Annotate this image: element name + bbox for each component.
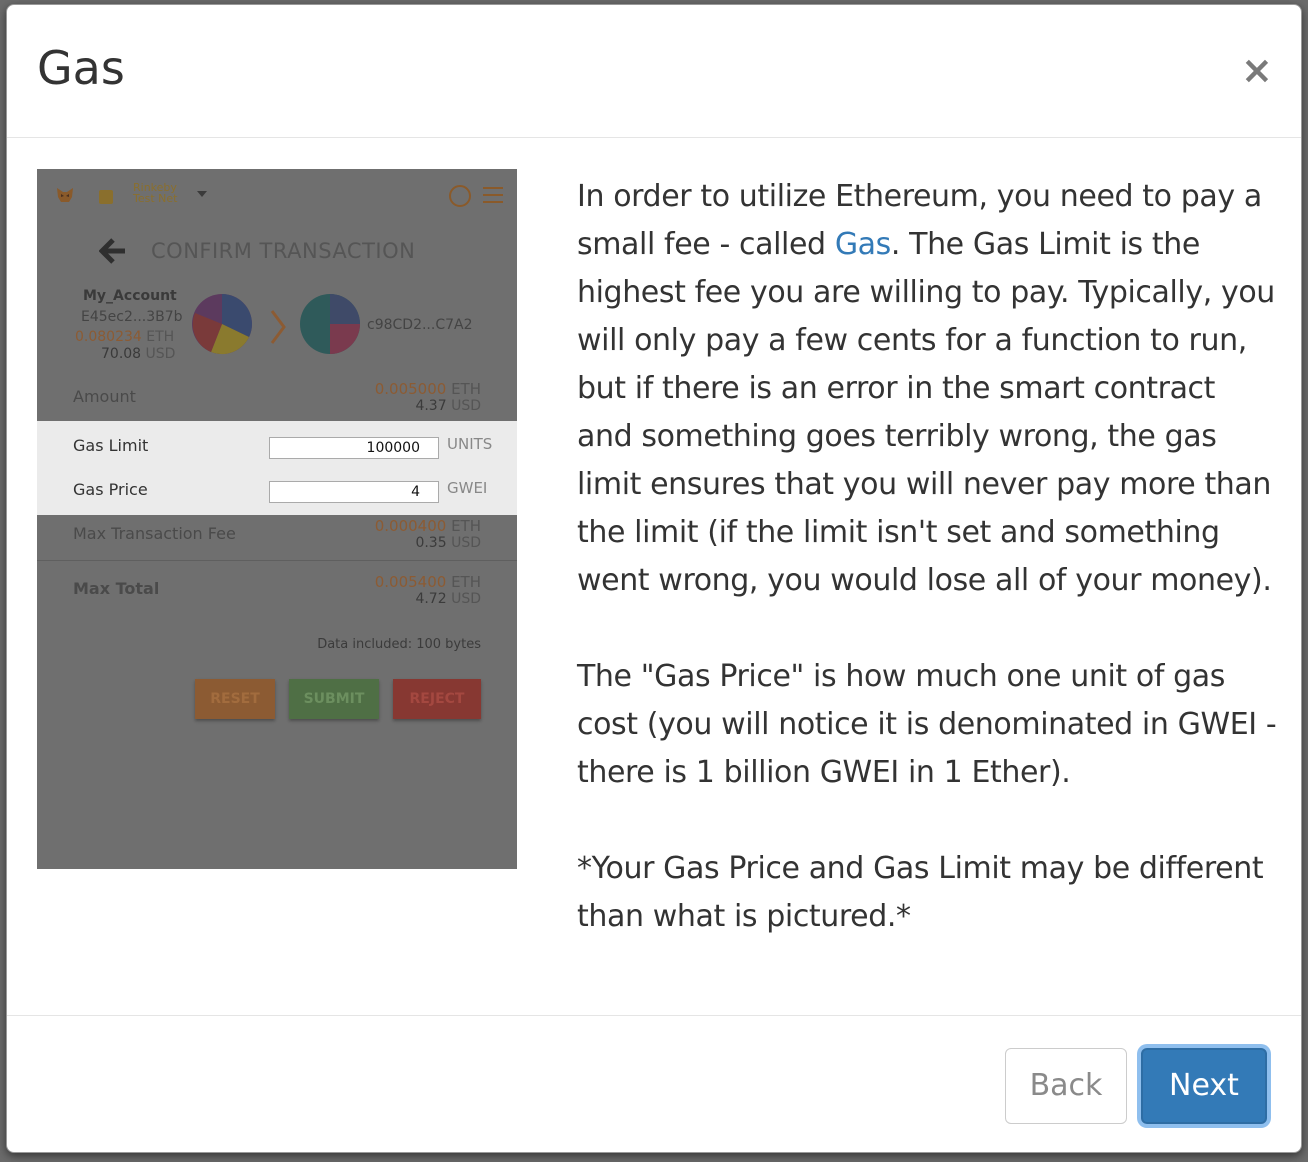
amount-usd: 4.37 USD [415, 398, 481, 414]
gas-modal: Gas × Rinkeby Test Net CONFIRM TRANSACTI… [6, 4, 1302, 1153]
network-status-icon [99, 190, 113, 204]
max-fee-eth: 0.000400 ETH [374, 517, 481, 535]
chevron-right-icon [270, 310, 286, 344]
data-included-text: Data included: 100 bytes [317, 637, 481, 652]
submit-button-pictured: SUBMIT [289, 679, 379, 719]
amount-eth: 0.005000 ETH [374, 380, 481, 398]
next-button[interactable]: Next [1141, 1048, 1267, 1124]
to-identicon [300, 294, 360, 354]
gas-limit-label: Gas Limit [73, 436, 149, 455]
account-icon [449, 185, 471, 207]
max-fee-usd: 0.35 USD [415, 535, 481, 551]
to-address: c98CD2...C7A2 [367, 317, 473, 333]
close-icon[interactable]: × [1241, 51, 1273, 89]
gas-screenshot-image: Rinkeby Test Net CONFIRM TRANSACTION My_… [37, 169, 517, 869]
screenshot-top-bar: Rinkeby Test Net [37, 169, 517, 223]
description-paragraph-1: In order to utilize Ethereum, you need t… [577, 179, 1275, 598]
reset-button-pictured: RESET [195, 679, 275, 719]
gas-limit-unit: UNITS [447, 435, 493, 453]
max-fee-label: Max Transaction Fee [73, 524, 236, 543]
gas-price-unit: GWEI [447, 479, 488, 497]
modal-title: Gas [37, 41, 125, 95]
gas-price-label: Gas Price [73, 480, 148, 499]
from-usd-balance: 70.08 USD [101, 346, 176, 362]
description-paragraph-3: *Your Gas Price and Gas Limit may be dif… [577, 851, 1264, 934]
gas-link[interactable]: Gas [835, 227, 891, 262]
from-eth-balance: 0.080234 ETH [75, 329, 175, 345]
back-button[interactable]: Back [1005, 1048, 1127, 1124]
description-paragraph-2: The "Gas Price" is how much one unit of … [577, 659, 1277, 790]
max-total-eth: 0.005400 ETH [374, 573, 481, 591]
gas-price-input: 4 [269, 481, 439, 503]
max-total-usd: 4.72 USD [415, 591, 481, 607]
back-arrow-icon [99, 238, 125, 264]
amount-label: Amount [73, 387, 136, 406]
max-total-label: Max Total [73, 579, 160, 598]
caret-down-icon [197, 191, 207, 197]
network-name: Rinkeby Test Net [133, 181, 178, 205]
from-address: E45ec2...3B7b [81, 309, 183, 325]
divider [37, 560, 517, 561]
modal-header: Gas × [7, 5, 1301, 138]
hamburger-menu-icon [483, 187, 503, 203]
metamask-fox-icon [57, 188, 73, 202]
from-identicon [192, 294, 252, 355]
confirm-transaction-title: CONFIRM TRANSACTION [151, 239, 416, 263]
gas-description: In order to utilize Ethereum, you need t… [577, 173, 1277, 989]
reject-button-pictured: REJECT [393, 679, 481, 719]
gas-limit-input: 100000 [269, 437, 439, 459]
gas-settings-panel: Gas Limit 100000 UNITS Gas Price 4 GWEI [37, 421, 517, 515]
modal-footer: Back Next [7, 1015, 1301, 1154]
from-account-name: My_Account [83, 288, 177, 304]
